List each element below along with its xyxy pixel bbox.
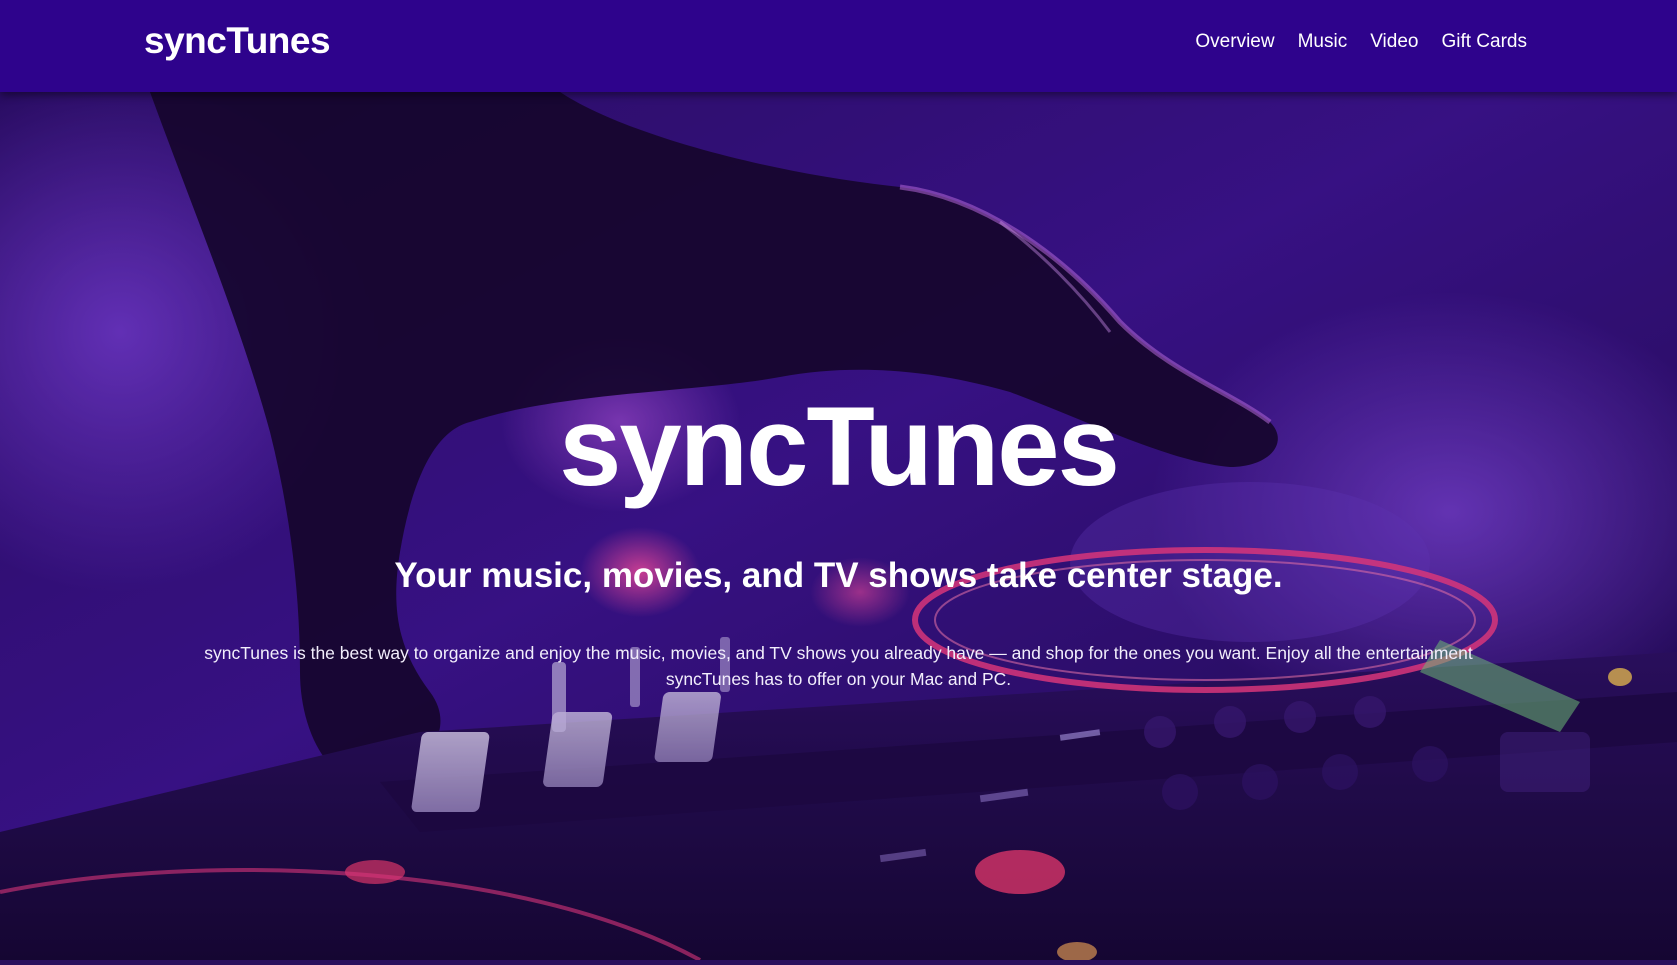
bottom-divider (0, 960, 1677, 965)
brand-logo[interactable]: syncTunes (144, 20, 331, 62)
nav-link-video[interactable]: Video (1370, 31, 1418, 53)
nav-links: Overview Music Video Gift Cards (1195, 31, 1527, 53)
nav-link-gift-cards[interactable]: Gift Cards (1441, 31, 1527, 53)
nav-link-music[interactable]: Music (1298, 31, 1348, 53)
hero-description: syncTunes is the best way to organize an… (204, 643, 1473, 689)
hero-section: syncTunes Your music, movies, and TV sho… (0, 92, 1677, 960)
hero-title: syncTunes (559, 384, 1120, 509)
nav-link-overview[interactable]: Overview (1195, 31, 1274, 53)
top-navbar: syncTunes Overview Music Video Gift Card… (0, 0, 1677, 92)
hero-overlay (0, 92, 1677, 960)
hero-subtitle: Your music, movies, and TV shows take ce… (394, 556, 1283, 595)
